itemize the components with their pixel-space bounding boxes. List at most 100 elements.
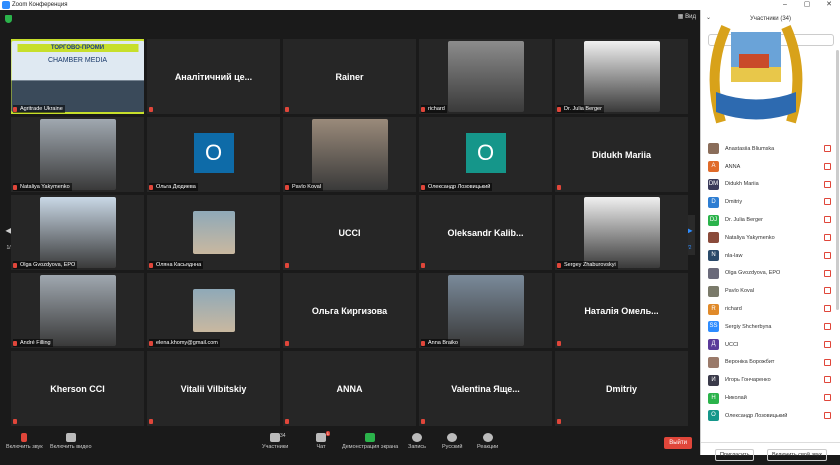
participant-label: Pavlo Koval [285, 183, 324, 191]
invite-button[interactable]: Пригласить [715, 449, 755, 461]
participant-name: UCCI [725, 341, 739, 348]
muted-mic-icon [421, 263, 425, 268]
language-label: Русский [442, 444, 463, 450]
video-tile[interactable]: О Ольга Дюдиева [147, 117, 280, 192]
chat-label: Чат [316, 444, 326, 450]
camera-off-icon [65, 433, 76, 442]
muted-mic-icon [149, 419, 153, 424]
video-tile[interactable]: Ольга Киргизова [283, 273, 416, 348]
muted-mic-icon [13, 185, 17, 190]
participant-row[interactable]: О Олександр Лозовицький [701, 407, 840, 425]
participant-name: Николай [725, 395, 747, 402]
record-button[interactable]: Запись [408, 433, 426, 450]
video-tile[interactable]: Pavlo Koval [283, 117, 416, 192]
video-tile[interactable]: elena.khomy@gmail.com [147, 273, 280, 348]
participant-row[interactable]: SS Sergiy Shcherbyna [701, 318, 840, 336]
video-tile[interactable]: Оляна Касьяднна [147, 195, 280, 270]
video-tile[interactable]: Valentina Яще... [419, 351, 552, 426]
participant-row[interactable]: Н Николай [701, 389, 840, 407]
participant-name: Dr. Julia Berger [725, 217, 763, 224]
unmute-button[interactable]: Включить звук [6, 433, 43, 450]
record-label: Запись [408, 444, 427, 450]
muted-mic-icon [13, 419, 17, 424]
security-shield-icon[interactable] [5, 15, 12, 23]
participant-label: Agritrade Ukraine [13, 105, 65, 113]
participant-row[interactable]: Anastasiia Bliumska [701, 140, 840, 158]
participant-avatar [708, 356, 719, 368]
participant-row[interactable]: Pavlo Koval [701, 282, 840, 300]
participant-row[interactable]: DJ Dr. Julia Berger [701, 211, 840, 229]
participant-row[interactable]: Д UCCI [701, 336, 840, 354]
muted-mic-icon [421, 107, 425, 112]
participant-row[interactable]: Nataliya Yakymenko [701, 229, 840, 247]
participant-row[interactable]: И Игорь Гончаренко [701, 371, 840, 389]
participant-name: UCCI [338, 227, 361, 238]
close-button[interactable]: ✕ [818, 0, 840, 10]
muted-mic-icon [149, 185, 153, 190]
participant-avatar: И [708, 374, 719, 386]
muted-mic-icon [824, 269, 831, 277]
participant-label: Олександр Лозовицький [421, 183, 493, 191]
muted-mic-icon [285, 341, 289, 346]
video-tile[interactable]: Наталія Омель... [555, 273, 688, 348]
participant-row[interactable]: DM Didukh Mariia [701, 176, 840, 194]
participant-name: Олександр Лозовицький [725, 412, 788, 419]
video-tile[interactable]: Rainer [283, 39, 416, 114]
chat-button[interactable]: 1 Чат [316, 431, 330, 450]
participant-row[interactable]: Rrichard [701, 300, 840, 318]
video-tile[interactable]: André Filling [11, 273, 144, 348]
participants-button[interactable]: 34 Участники [262, 433, 288, 450]
unmute-self-button[interactable]: Включить свой звук [767, 449, 827, 461]
muted-mic-icon [13, 341, 17, 346]
video-tile[interactable]: Olga Gvozdyova, EPO [11, 195, 144, 270]
share-screen-button[interactable]: Демонстрация экрана [342, 433, 398, 450]
video-tile[interactable]: Аналітичний це... [147, 39, 280, 114]
video-tile[interactable]: Dr. Julia Berger [555, 39, 688, 114]
video-banner: ТОРГОВО-ПРОМИ [17, 44, 138, 52]
participant-list: Anastasiia Bliumska A ANNA DM Didukh Mariia D… [701, 140, 840, 425]
view-button[interactable]: ▦ Вид [678, 13, 696, 20]
start-video-button[interactable]: Включить видео [50, 433, 92, 450]
video-tile[interactable]: ТОРГОВО-ПРОМИ CHAMBER MEDIA Agritrade Ukra… [11, 39, 144, 114]
video-tile[interactable]: Nataliya Yakymenko [11, 117, 144, 192]
participant-avatar: A [708, 161, 719, 173]
participant-avatar: N [708, 250, 719, 262]
participant-row[interactable]: A ANNA [701, 158, 840, 176]
video-tile[interactable]: Kherson CCI [11, 351, 144, 426]
video-tile[interactable]: ANNA [283, 351, 416, 426]
participant-row[interactable]: Olga Gvozdyova, EPO [701, 265, 840, 283]
video-tile[interactable]: Oleksandr Kalib... [419, 195, 552, 270]
video-tile[interactable]: Vitalii Vilbitskiy [147, 351, 280, 426]
minimize-button[interactable]: – [774, 0, 796, 10]
muted-mic-icon [824, 233, 831, 241]
video-tile[interactable]: Didukh Mariia [555, 117, 688, 192]
video-tile[interactable]: Sergey Zhaburovskyi [555, 195, 688, 270]
leave-button[interactable]: Выйти [664, 437, 692, 449]
participant-row[interactable]: Вероніка Борожбит [701, 354, 840, 372]
muted-mic-icon [13, 263, 17, 268]
participant-name: Didukh Mariia [591, 149, 651, 160]
video-tile[interactable]: Anna Braiko [419, 273, 552, 348]
participant-row[interactable]: D Dmitriy [701, 193, 840, 211]
maximize-button[interactable]: ▢ [796, 0, 818, 10]
muted-mic-icon [557, 107, 561, 112]
participant-name: Ольга Киргизова [311, 305, 388, 316]
participant-name: Аналітичний це... [174, 71, 253, 82]
participant-row[interactable]: Nnla-law [701, 247, 840, 265]
participant-name: Rainer [335, 71, 364, 82]
video-tile[interactable]: richard [419, 39, 552, 114]
muted-mic-icon [824, 376, 831, 384]
language-button[interactable]: Русский [442, 433, 462, 450]
muted-mic-icon [824, 180, 831, 188]
video-feed [39, 119, 116, 190]
reactions-button[interactable]: Реакции [477, 433, 498, 450]
participant-label: Nataliya Yakymenko [13, 183, 72, 191]
participant-name: Nataliya Yakymenko [725, 234, 775, 241]
video-tile[interactable]: О Олександр Лозовицький [419, 117, 552, 192]
participant-avatar [708, 267, 719, 279]
window-title: Zoom Конференция [12, 2, 68, 8]
video-tile[interactable]: Dmitriy [555, 351, 688, 426]
video-tile[interactable]: UCCI [283, 195, 416, 270]
participant-name: Sergiy Shcherbyna [725, 323, 772, 330]
participant-avatar: D [708, 196, 719, 208]
